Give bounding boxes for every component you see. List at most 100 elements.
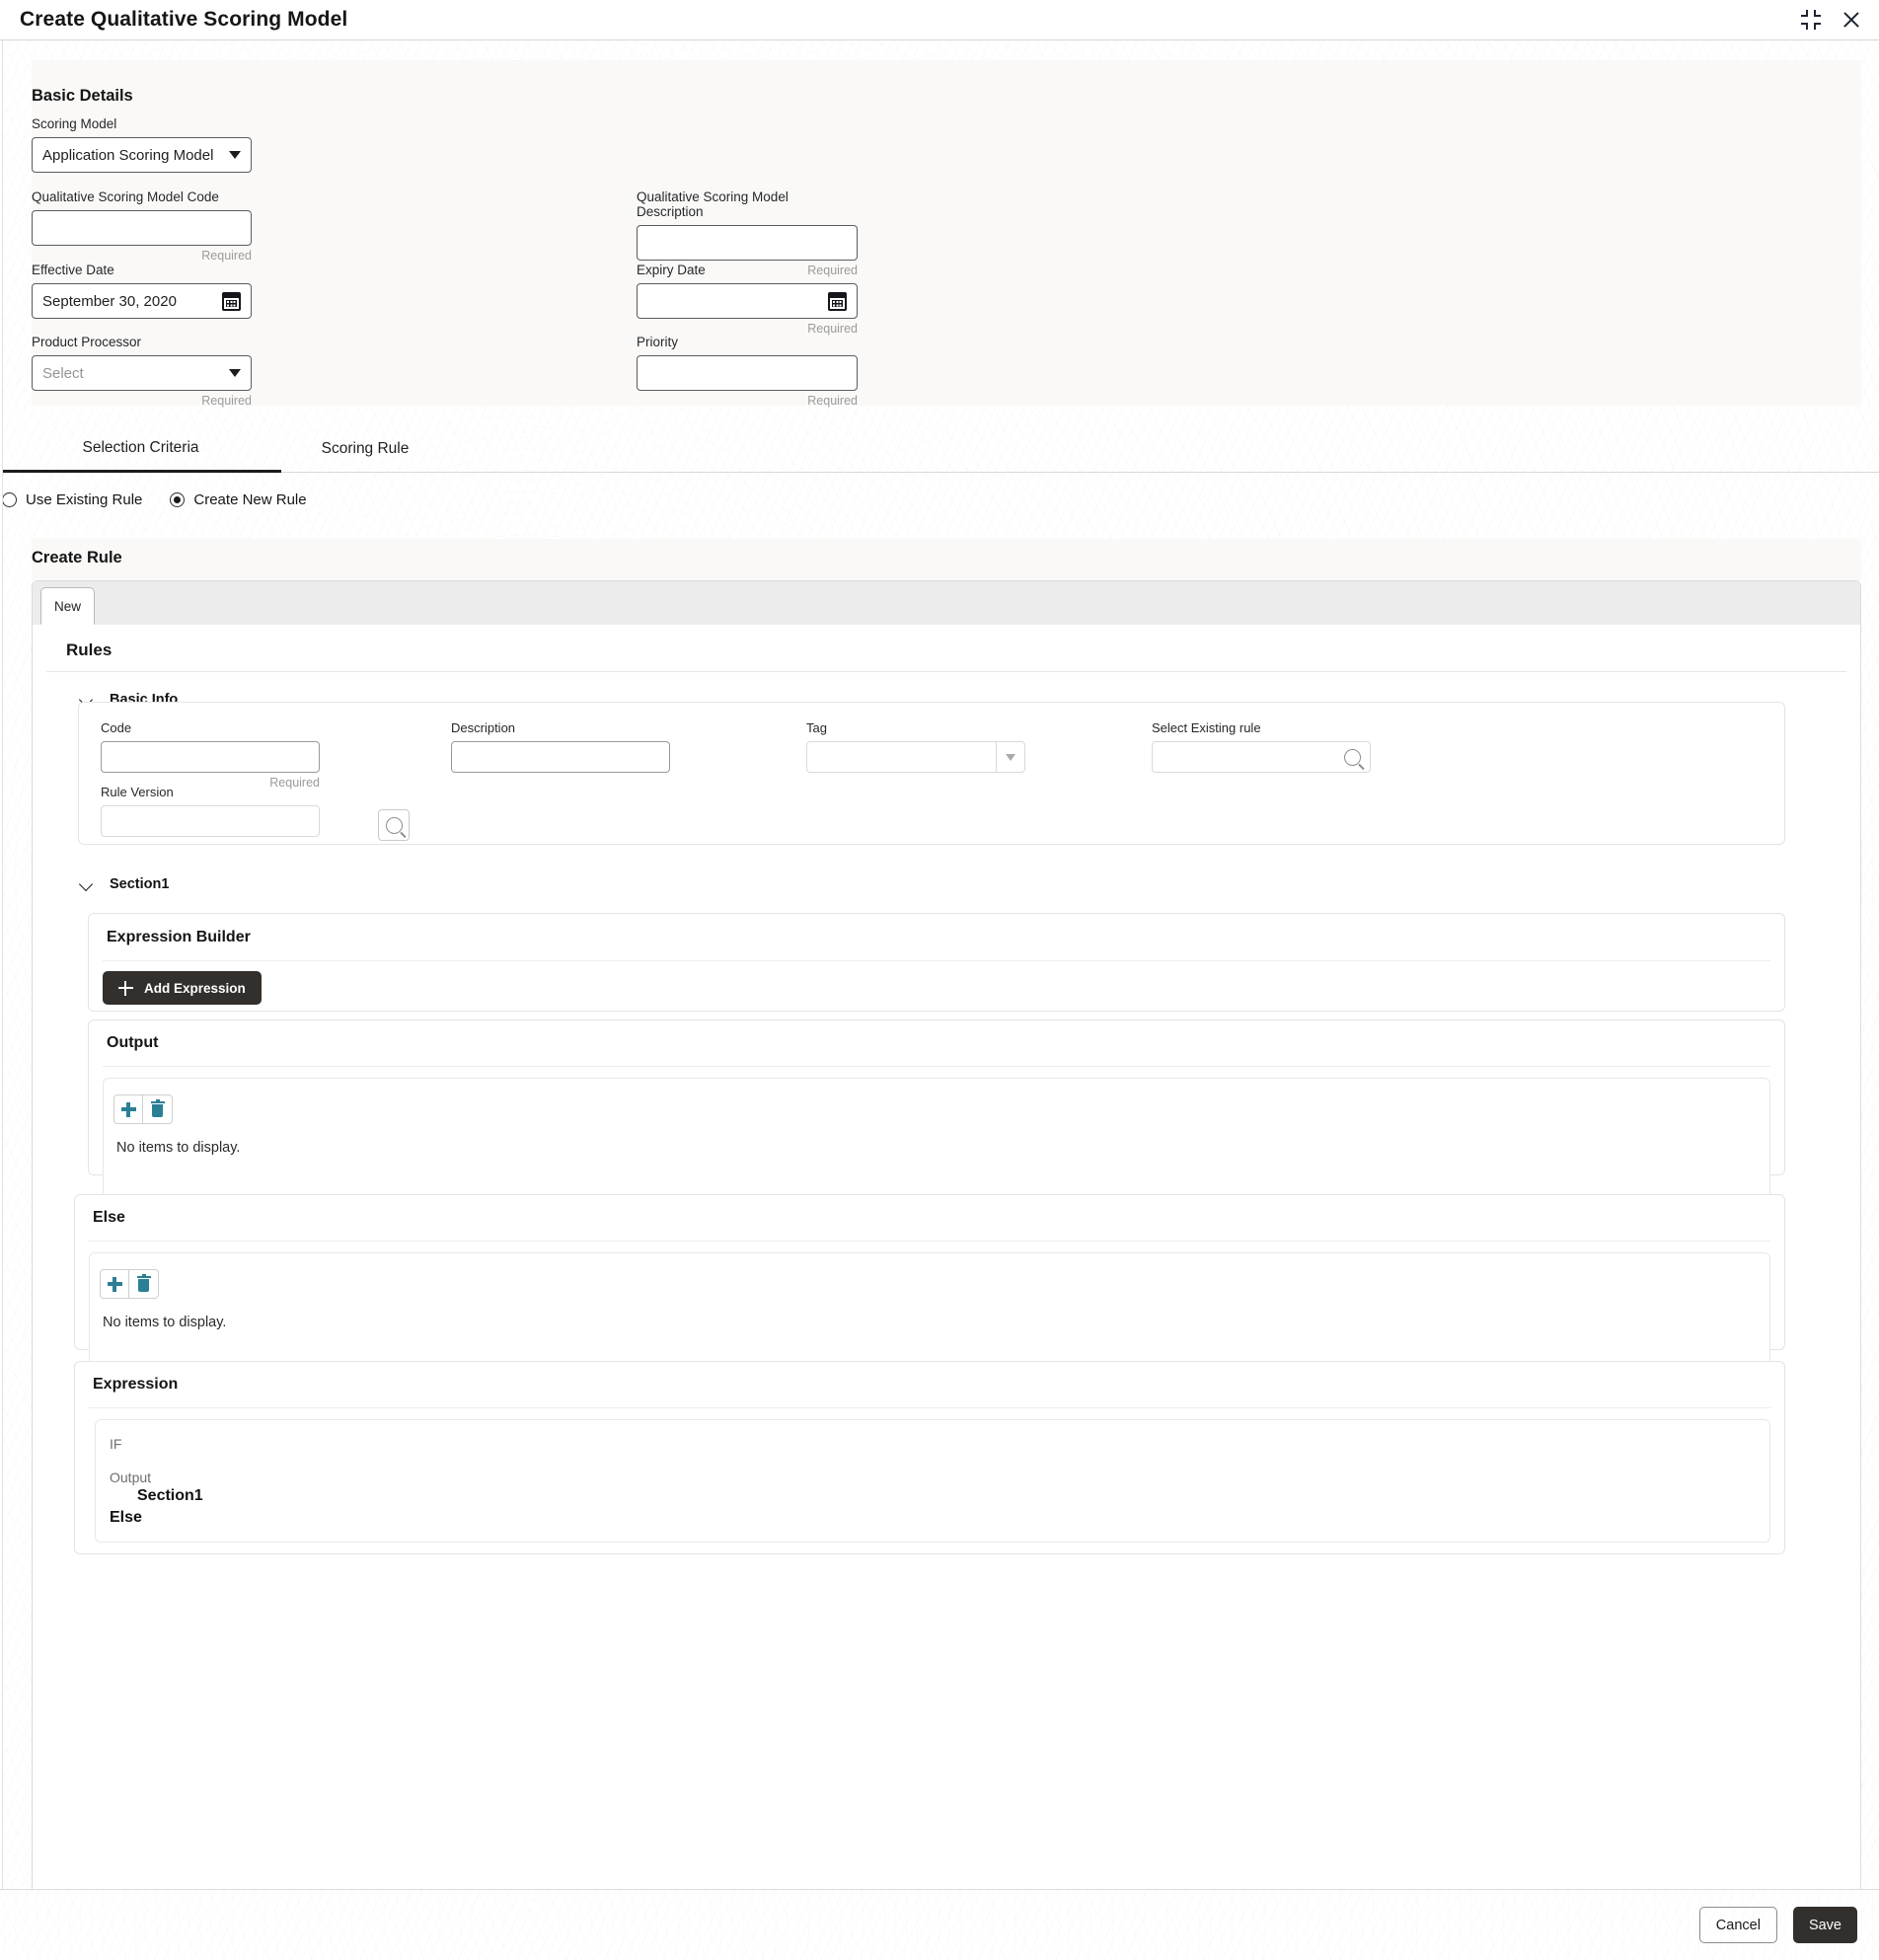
- accordion-section1-label: Section1: [110, 876, 170, 892]
- save-button-label: Save: [1808, 1917, 1841, 1933]
- product-processor-placeholder: Select: [42, 364, 84, 382]
- field-product-processor: Product Processor Select Required: [32, 335, 252, 408]
- effective-date-label: Effective Date: [32, 263, 114, 277]
- rule-version-input[interactable]: [101, 805, 320, 837]
- expression-else-label: Else: [110, 1509, 142, 1526]
- create-rule-header: Create Rule: [32, 539, 1861, 580]
- expression-output-label: Output: [110, 1470, 152, 1485]
- rule-tag-select[interactable]: [806, 741, 1025, 773]
- tab-strip: Selection Criteria Scoring Rule: [0, 425, 1879, 473]
- output-heading: Output: [107, 1034, 159, 1051]
- rule-mode-radio-group: Use Existing Rule Create New Rule: [0, 479, 1879, 520]
- rule-code-input[interactable]: [101, 741, 320, 773]
- create-rule-panel: New Rules Basic Info Code Required Descr…: [32, 580, 1861, 1889]
- else-empty-message: No items to display.: [103, 1315, 227, 1330]
- tag-separator: [996, 742, 997, 772]
- basic-details-heading: Basic Details: [32, 87, 133, 105]
- save-button[interactable]: Save: [1792, 1907, 1857, 1943]
- footer-watermark: [0, 1890, 1879, 1960]
- else-add-button[interactable]: [100, 1269, 129, 1299]
- close-icon[interactable]: [1841, 9, 1862, 31]
- chevron-down-icon: [1006, 753, 1015, 761]
- tab-scoring-rule[interactable]: Scoring Rule: [281, 425, 449, 473]
- left-rail: [0, 40, 3, 1889]
- select-existing-rule-label: Select Existing rule: [1152, 720, 1261, 735]
- cancel-button-label: Cancel: [1715, 1917, 1761, 1933]
- model-description-input[interactable]: [637, 225, 858, 261]
- rule-description-input[interactable]: [451, 741, 670, 773]
- else-card: Else No items to display.: [74, 1194, 1785, 1381]
- expiry-date-label: Expiry Date: [637, 263, 706, 277]
- window-title-bar: Create Qualitative Scoring Model: [0, 0, 1879, 40]
- priority-input[interactable]: [637, 355, 858, 391]
- plus-icon: [107, 1276, 122, 1292]
- radio-use-existing-rule-label: Use Existing Rule: [26, 490, 143, 508]
- output-add-button[interactable]: [113, 1094, 143, 1124]
- scoring-model-label: Scoring Model: [32, 116, 117, 131]
- output-divider: [103, 1066, 1770, 1067]
- radio-create-new-rule-label: Create New Rule: [193, 490, 307, 508]
- field-priority: Priority Required: [637, 335, 858, 408]
- output-toolbar: [113, 1094, 173, 1124]
- cancel-button[interactable]: Cancel: [1698, 1907, 1777, 1943]
- add-expression-label: Add Expression: [144, 980, 246, 996]
- trash-icon: [150, 1099, 165, 1117]
- create-rule-heading: Create Rule: [32, 549, 122, 566]
- model-code-label: Qualitative Scoring Model Code: [32, 189, 219, 204]
- field-rule-code: Code Required: [101, 720, 320, 790]
- field-rule-version: Rule Version: [101, 785, 320, 837]
- search-icon: [385, 816, 403, 834]
- output-table: No items to display.: [103, 1078, 1770, 1206]
- expression-preview-body: IF Output Section1 Else: [95, 1419, 1770, 1543]
- plus-icon: [118, 980, 133, 996]
- output-delete-button[interactable]: [143, 1094, 173, 1124]
- trash-icon: [136, 1274, 151, 1292]
- tab-selection-criteria[interactable]: Selection Criteria: [0, 425, 281, 473]
- scoring-model-select[interactable]: Application Scoring Model: [32, 137, 252, 173]
- calendar-icon[interactable]: [222, 291, 241, 311]
- rule-version-search-button[interactable]: [378, 809, 410, 841]
- field-rule-tag: Tag: [806, 720, 1025, 773]
- expression-builder-card: Expression Builder Add Expression: [88, 913, 1785, 1012]
- expression-output-value: Section1: [137, 1487, 203, 1504]
- output-card: Output No items to display.: [88, 1019, 1785, 1206]
- calendar-icon[interactable]: [828, 291, 847, 311]
- model-code-input[interactable]: [32, 210, 252, 246]
- field-rule-description: Description: [451, 720, 670, 773]
- select-existing-rule-input[interactable]: [1152, 741, 1371, 773]
- rule-tab-new[interactable]: New: [40, 587, 95, 625]
- else-delete-button[interactable]: [129, 1269, 159, 1299]
- rules-heading: Rules: [66, 641, 113, 659]
- add-expression-button[interactable]: Add Expression: [103, 971, 262, 1005]
- expiry-date-input[interactable]: [637, 283, 858, 319]
- else-heading: Else: [93, 1209, 125, 1226]
- output-empty-message: No items to display.: [116, 1140, 241, 1156]
- search-icon: [1344, 748, 1361, 766]
- accordion-section1[interactable]: Section1: [38, 857, 169, 892]
- dialog-footer: Cancel Save: [0, 1889, 1879, 1960]
- field-select-existing-rule: Select Existing rule: [1152, 720, 1371, 773]
- rule-tab-bar: New: [33, 581, 1860, 625]
- collapse-corners-icon[interactable]: [1801, 10, 1821, 30]
- field-expiry-date: Expiry Date Required: [637, 263, 858, 336]
- radio-use-existing-rule[interactable]: Use Existing Rule: [2, 491, 142, 508]
- window-controls: [1801, 9, 1862, 31]
- product-processor-select[interactable]: Select: [32, 355, 252, 391]
- rule-version-label: Rule Version: [101, 785, 174, 799]
- field-scoring-model: Scoring Model Application Scoring Model: [32, 116, 252, 173]
- effective-date-input[interactable]: September 30, 2020: [32, 283, 252, 319]
- expression-builder-heading: Expression Builder: [107, 929, 251, 945]
- chevron-down-icon: [229, 151, 241, 159]
- rule-code-label: Code: [101, 720, 132, 735]
- product-processor-label: Product Processor: [32, 335, 142, 349]
- basic-info-panel: Code Required Description Tag Select Exi…: [78, 702, 1785, 845]
- priority-required-hint: Required: [807, 394, 858, 408]
- rule-description-label: Description: [451, 720, 516, 735]
- expression-if-label: IF: [110, 1436, 122, 1452]
- else-toolbar: [100, 1269, 159, 1299]
- expression-builder-divider: [103, 960, 1770, 961]
- plus-icon: [120, 1101, 136, 1117]
- tab-scoring-rule-label: Scoring Rule: [321, 440, 410, 457]
- expression-preview-card: Expression IF Output Section1 Else: [74, 1361, 1785, 1554]
- radio-create-new-rule[interactable]: Create New Rule: [170, 490, 307, 508]
